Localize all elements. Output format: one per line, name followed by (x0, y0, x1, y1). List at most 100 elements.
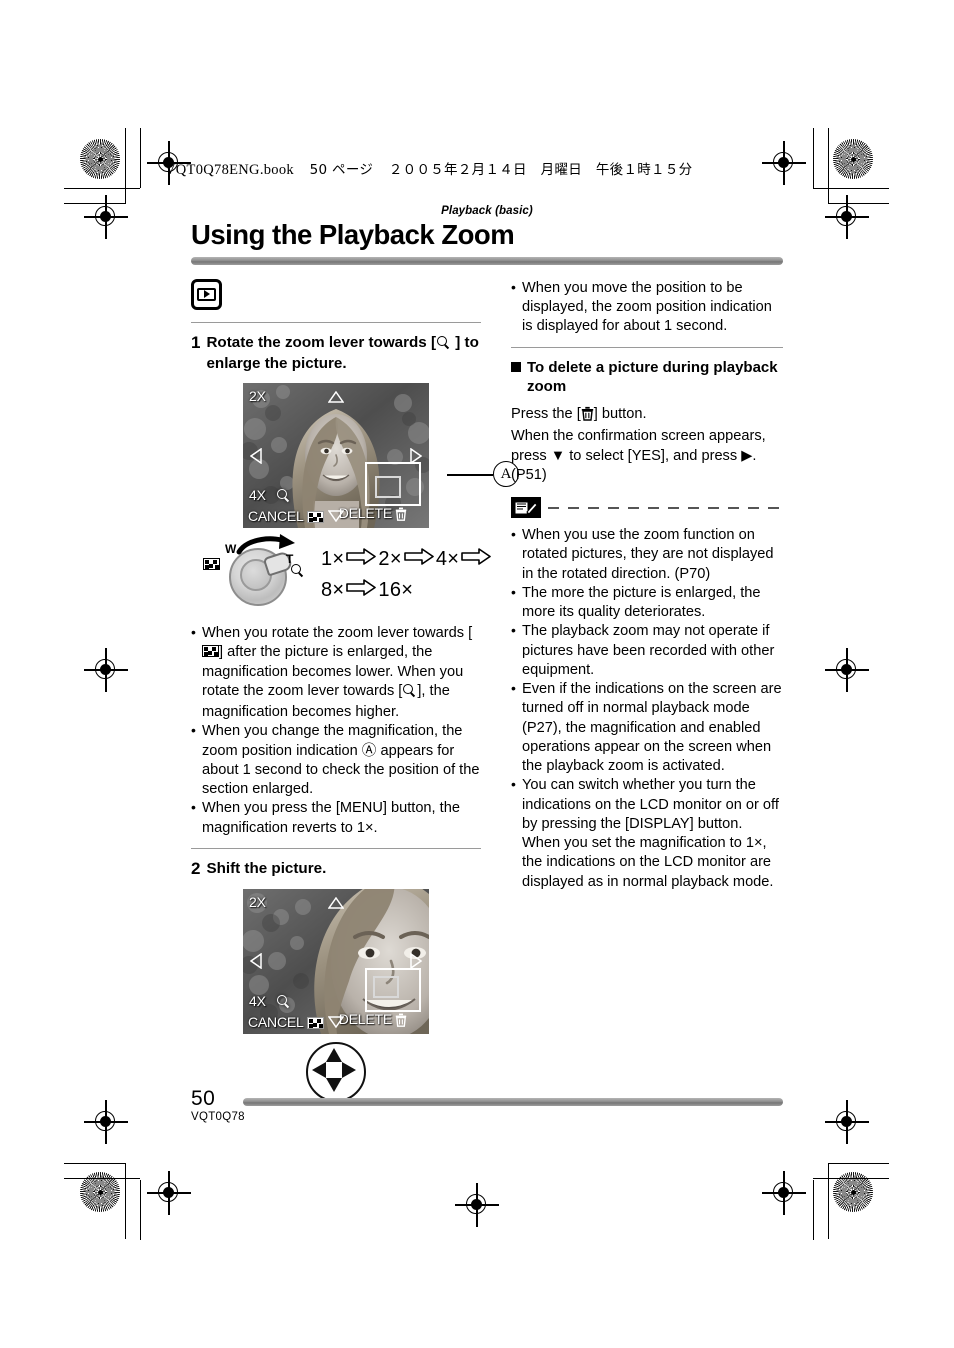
lcd1-delete-label: DELETE (339, 506, 407, 523)
left-bullet-2: When you change the magnification, the z… (191, 721, 481, 799)
step-2-text: Shift the picture. (206, 859, 327, 877)
delete-line1-after: ] button. (593, 406, 647, 422)
right-note-4: Even if the indications on the screen ar… (511, 679, 783, 776)
zoom-sequence-row-2: 8× 16× (321, 575, 491, 606)
note-pencil-icon (514, 501, 538, 515)
magnifier-icon-inline-1 (403, 683, 416, 703)
registration-cross-left-upper (84, 195, 128, 239)
divider-above-step2 (191, 847, 481, 849)
book-filename: VQT0Q78ENG.book (165, 162, 294, 178)
lcd1-magnification-bottom: 4X (249, 487, 266, 504)
note-divider (511, 497, 783, 518)
step-1-text-before: Rotate the zoom lever towards [ (206, 333, 437, 351)
right-note-2: The more the picture is enlarged, the mo… (511, 583, 783, 623)
lcd1-arrow-left-icon (250, 447, 262, 464)
delete-line2: When the confirmation screen appears, pr… (511, 428, 766, 483)
lcd2-delete-label: DELETE (339, 1012, 407, 1029)
crop-mark-v-tr-2 (813, 128, 815, 188)
thumbnail-icon-inline (202, 645, 219, 658)
page-title: Using the Playback Zoom (191, 219, 515, 250)
right-note-5: You can switch whether you turn the indi… (511, 775, 783, 892)
delete-instructions: Press the [ ] button. When the confirmat… (511, 405, 783, 485)
crop-mark-v-tr-1 (828, 128, 830, 204)
step-1-number: 1 (191, 332, 201, 352)
block-arrow-icon-3 (461, 544, 492, 575)
zoom-step-2x: 2× (378, 548, 402, 571)
crop-mark-h-tr-1 (813, 188, 889, 190)
step-1: 1 Rotate the zoom lever towards [ ] to e… (191, 333, 481, 373)
callout-a-label: A (493, 461, 519, 488)
crop-mark-h-tl-1 (64, 188, 140, 190)
crop-mark-h-bl-1 (64, 1178, 140, 1180)
crop-mark-h-bl-2 (64, 1163, 125, 1165)
lever-thumbnail-icon (203, 558, 220, 571)
document-code: VQT0Q78 (191, 1111, 245, 1123)
lcd1-arrow-up-icon (328, 391, 344, 403)
block-arrow-icon-4 (346, 575, 377, 606)
lcd1-arrow-down-icon (328, 510, 344, 523)
registration-cross-top-right (762, 141, 806, 185)
crop-mark-v-tl-1 (125, 128, 127, 204)
book-header-line: VQT0Q78ENG.book 50 ページ ２００５年２月１４日 月曜日 午後… (165, 158, 692, 179)
lcd2-magnification-top: 2X (249, 893, 266, 910)
rosette-mark-top-left (80, 139, 120, 179)
crop-mark-v-tl-2 (140, 128, 142, 188)
section-kicker: Playback (basic) (441, 205, 533, 217)
zoom-sequence: 1× 2× 4× 8× 16× (321, 544, 492, 606)
lcd1-zoom-position-indicator (365, 462, 421, 507)
zoom-step-8x: 8× (321, 579, 345, 602)
crop-mark-v-br-1 (828, 1163, 830, 1239)
thumbnail-icon-lcd2 (306, 1016, 324, 1029)
lcd2-arrow-left-icon (250, 953, 262, 970)
right-bullet-top: When you move the position to be display… (511, 278, 783, 337)
crop-mark-v-br-2 (813, 1180, 815, 1240)
left-column: 1 Rotate the zoom lever towards [ ] to e… (191, 278, 519, 1102)
trash-icon-inline (581, 406, 594, 427)
note-dashed-rule (548, 506, 783, 509)
rosette-mark-top-right (833, 139, 873, 179)
registration-cross-bottom-right (762, 1171, 806, 1215)
lcd1-magnification-top: 2X (249, 388, 266, 405)
lcd2-cancel-label: CANCEL (248, 1015, 324, 1029)
trash-icon (395, 507, 407, 523)
registration-cross-left-middle (84, 648, 128, 692)
note-icon (511, 497, 541, 518)
trash-icon-svg (395, 507, 407, 522)
thumbnail-icon (306, 511, 324, 524)
callout-a: A (447, 461, 527, 489)
zoom-sequence-row-1: 1× 2× 4× (321, 544, 492, 575)
lever-w-label: W (225, 542, 237, 557)
step-2-number: 2 (191, 858, 201, 878)
divider-above-subhead (511, 346, 783, 348)
right-note-1: When you use the zoom function on rotate… (511, 525, 783, 584)
lcd2-zoom-position-indicator (365, 967, 421, 1012)
playback-mode-icon (191, 278, 222, 310)
page-footer: 50 VQT0Q78 (191, 1087, 783, 1123)
block-arrow-icon-1 (346, 544, 377, 575)
two-column-layout: 1 Rotate the zoom lever towards [ ] to e… (191, 278, 783, 1102)
registration-cross-right-upper (825, 195, 869, 239)
zoom-step-4x: 4× (435, 548, 460, 571)
book-page-label: 50 ページ (309, 162, 374, 178)
title-rule (191, 256, 783, 265)
lcd2-arrow-up-icon (328, 896, 344, 909)
registration-cross-right-middle (825, 648, 869, 692)
block-arrow-icon-2 (404, 544, 434, 575)
figure-screen-2: 2X 4X CANCEL DELETE (191, 888, 481, 1034)
footer-rule (243, 1098, 783, 1106)
registration-cross-right-lower (825, 1100, 869, 1144)
crop-mark-h-tl-2 (64, 203, 125, 205)
registration-cross-bottom-left (147, 1171, 191, 1215)
page-number: 50 (191, 1087, 216, 1110)
crop-mark-h-br-2 (828, 1163, 889, 1165)
left-bullet-1: When you rotate the zoom lever towards [… (191, 623, 481, 722)
left-bullet-3: When you press the [MENU] button, the ma… (191, 798, 481, 838)
magnifier-icon (437, 335, 450, 354)
subsection-heading: To delete a picture during playback zoom (511, 358, 783, 396)
lcd2-magnification-bottom: 4X (249, 992, 266, 1009)
book-date: ２００５年２月１４日 月曜日 午後１時１５分 (388, 162, 693, 178)
crop-mark-h-tr-2 (828, 203, 889, 205)
delete-line1-before: Press the [ (511, 406, 581, 422)
zoom-step-1x: 1× (321, 548, 345, 571)
lcd-screen-2: 2X 4X CANCEL DELETE (243, 888, 429, 1034)
